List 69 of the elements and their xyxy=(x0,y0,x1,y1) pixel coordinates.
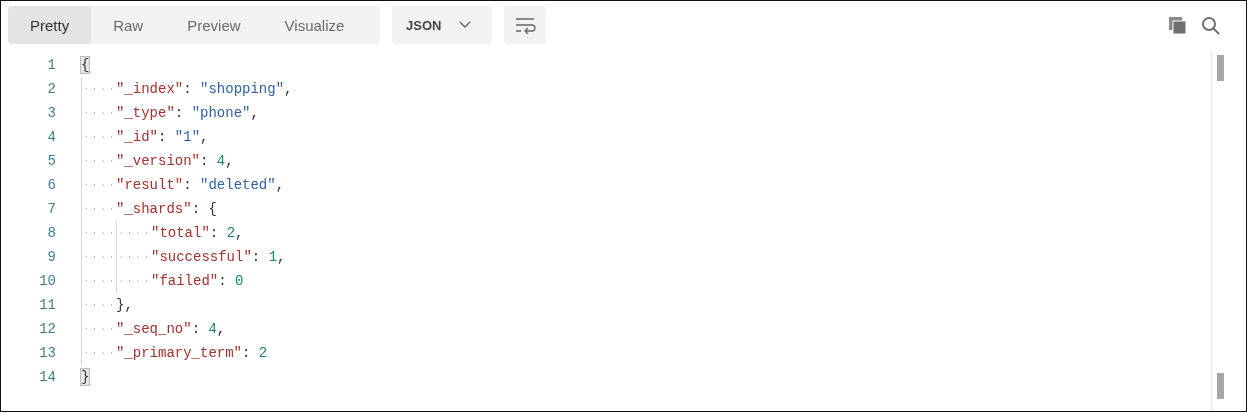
code-punctuation: } xyxy=(81,369,90,385)
line-number: 9 xyxy=(46,249,56,265)
wrap-lines-icon xyxy=(514,16,536,34)
line-number: 12 xyxy=(38,321,56,337)
code-key: "_index" xyxy=(116,81,184,97)
line-number: 1 xyxy=(46,57,56,73)
code-key: "_seq_no" xyxy=(116,321,192,337)
code-key: "result" xyxy=(116,177,184,193)
code-number: 0 xyxy=(235,273,244,289)
line-number: 14 xyxy=(38,369,56,385)
code-key: "_version" xyxy=(116,153,200,169)
view-tab[interactable]: Preview xyxy=(165,6,263,44)
code-number: 1 xyxy=(268,249,278,265)
code-punctuation: , xyxy=(277,249,286,265)
code-punctuation: , xyxy=(225,153,234,169)
code-punctuation: : xyxy=(242,345,252,361)
code-punctuation: : xyxy=(183,81,193,97)
code-string: "phone" xyxy=(191,105,251,121)
line-number: 3 xyxy=(46,105,56,121)
code-punctuation: : xyxy=(191,321,202,337)
scrollbar-thumb[interactable] xyxy=(1217,55,1224,81)
copy-icon[interactable] xyxy=(1168,15,1187,35)
line-number: 4 xyxy=(46,129,56,145)
code-punctuation: : xyxy=(251,249,262,265)
code-punctuation: : xyxy=(218,273,228,289)
code-punctuation: }, xyxy=(116,297,133,313)
code-punctuation: , xyxy=(284,81,293,97)
code-punctuation: , xyxy=(200,129,209,145)
code-key: "_primary_term" xyxy=(116,345,243,361)
code-punctuation: , xyxy=(275,177,285,193)
line-number: 13 xyxy=(38,345,56,361)
view-tab[interactable]: Raw xyxy=(91,6,166,44)
code-number: 4 xyxy=(208,321,217,337)
scroll-marker xyxy=(1217,373,1224,399)
code-punctuation: : xyxy=(200,153,210,169)
code-string: "deleted" xyxy=(200,177,276,193)
code-key: "_shards" xyxy=(116,201,192,217)
code-punctuation: , xyxy=(216,321,226,337)
code-number: 2 xyxy=(258,345,268,361)
view-tab[interactable]: Pretty xyxy=(8,6,92,44)
code-punctuation: : xyxy=(183,177,193,193)
wrap-lines-button[interactable] xyxy=(504,6,546,44)
code-punctuation: : xyxy=(209,225,220,241)
line-number: 7 xyxy=(46,201,56,217)
line-number: 6 xyxy=(46,177,56,193)
code-key: "total" xyxy=(151,225,210,241)
code-punctuation: : { xyxy=(191,201,217,217)
code-punctuation: , xyxy=(235,225,244,241)
line-number: 11 xyxy=(38,297,56,313)
code-number: 2 xyxy=(226,225,236,241)
code-number: 4 xyxy=(216,153,226,169)
code-key: "_id" xyxy=(116,129,158,145)
code-punctuation: : xyxy=(158,129,168,145)
code-punctuation: , xyxy=(250,105,259,121)
code-string: "1" xyxy=(174,129,201,145)
code-punctuation: { xyxy=(81,57,90,73)
search-icon[interactable] xyxy=(1201,15,1220,35)
code-key: "successful" xyxy=(151,249,252,265)
code-key: "_type" xyxy=(116,105,175,121)
code-key: "failed" xyxy=(151,273,219,289)
view-tab[interactable]: Visualize xyxy=(262,6,367,44)
code-punctuation: : xyxy=(174,105,185,121)
format-dropdown[interactable]: JSON xyxy=(392,6,492,44)
chevron-icon xyxy=(459,21,472,29)
line-number: 2 xyxy=(46,81,56,97)
code-string: "shopping" xyxy=(200,81,285,97)
line-number: 10 xyxy=(38,273,56,289)
line-number: 8 xyxy=(46,225,56,241)
line-number: 5 xyxy=(46,153,56,169)
